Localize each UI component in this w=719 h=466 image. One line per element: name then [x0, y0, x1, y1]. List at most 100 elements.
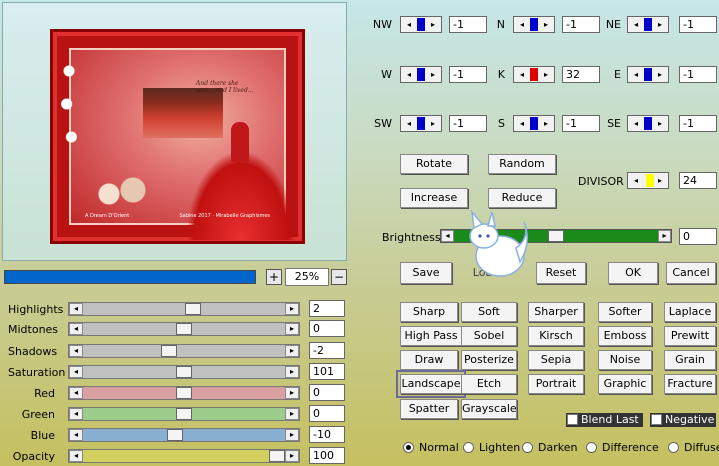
radio-dot[interactable]	[522, 442, 533, 453]
arrow-left-icon[interactable]: ◂	[69, 323, 83, 335]
adjustment-slider[interactable]: ◂ ▸	[68, 322, 300, 336]
checkbox-box[interactable]	[651, 414, 662, 425]
arrow-left-icon[interactable]: ◂	[403, 17, 415, 32]
arrow-left-icon[interactable]: ◂	[630, 67, 642, 82]
blend-mode-diffuse-radio[interactable]: Diffuse	[668, 441, 719, 455]
arrow-right-icon[interactable]: ▸	[285, 450, 299, 462]
blend-mode-normal-radio[interactable]: Normal	[403, 441, 459, 455]
arrow-left-icon[interactable]: ◂	[69, 429, 83, 441]
blend-mode-lighten-radio[interactable]: Lighten	[463, 441, 520, 455]
arrow-left-icon[interactable]: ◂	[630, 116, 642, 131]
adjustment-slider-thumb[interactable]	[176, 408, 192, 420]
arrow-left-icon[interactable]: ◂	[516, 67, 528, 82]
arrow-left-icon[interactable]: ◂	[69, 408, 83, 420]
blend-mode-difference-radio[interactable]: Difference	[586, 441, 659, 455]
arrow-right-icon[interactable]: ▸	[285, 429, 299, 441]
arrow-right-icon[interactable]: ▸	[540, 116, 552, 131]
save-button[interactable]: Save	[400, 262, 452, 284]
preset-landscape-button[interactable]: Landscape	[396, 370, 466, 398]
radio-dot[interactable]	[403, 442, 414, 453]
divisor-value[interactable]: 24	[679, 172, 717, 189]
arrow-left-icon[interactable]: ◂	[69, 387, 83, 399]
preset-spatter-button[interactable]: Spatter	[400, 399, 458, 419]
adjustment-slider[interactable]: ◂ ▸	[68, 344, 300, 358]
matrix-value-n[interactable]: -1	[562, 16, 600, 33]
arrow-right-icon[interactable]: ▸	[285, 387, 299, 399]
arrow-right-icon[interactable]: ▸	[285, 366, 299, 378]
preset-sharper-button[interactable]: Sharper	[528, 302, 584, 322]
arrow-right-icon[interactable]: ▸	[427, 17, 439, 32]
preset-high-pass-button[interactable]: High Pass	[400, 326, 462, 346]
arrow-left-icon[interactable]: ◂	[69, 366, 83, 378]
preset-noise-button[interactable]: Noise	[598, 350, 652, 370]
adjustment-value[interactable]: -2	[309, 342, 345, 359]
rotate-button[interactable]: Rotate	[400, 154, 468, 174]
adjustment-slider[interactable]: ◂ ▸	[68, 449, 300, 463]
preset-sharp-button[interactable]: Sharp	[400, 302, 458, 322]
arrow-right-icon[interactable]: ▸	[654, 173, 666, 188]
matrix-value-ne[interactable]: -1	[679, 16, 717, 33]
matrix-value-w[interactable]: -1	[449, 66, 487, 83]
adjustment-slider-thumb[interactable]	[269, 450, 285, 462]
random-button[interactable]: Random	[488, 154, 556, 174]
arrow-right-icon[interactable]: ▸	[427, 67, 439, 82]
adjustment-value[interactable]: 0	[309, 405, 345, 422]
divisor-spinner[interactable]: ◂ ▸	[627, 172, 669, 189]
adjustment-value[interactable]: 101	[309, 363, 345, 380]
matrix-spinner-ne[interactable]: ◂ ▸	[627, 16, 669, 33]
arrow-right-icon[interactable]: ▸	[285, 345, 299, 357]
arrow-left-icon[interactable]: ◂	[630, 17, 642, 32]
matrix-spinner-k[interactable]: ◂ ▸	[513, 66, 555, 83]
arrow-right-icon[interactable]: ▸	[658, 230, 671, 242]
zoom-level-field[interactable]: 25%	[285, 268, 329, 286]
adjustment-slider-thumb[interactable]	[176, 366, 192, 378]
matrix-spinner-sw[interactable]: ◂ ▸	[400, 115, 442, 132]
blend-mode-darken-radio[interactable]: Darken	[522, 441, 577, 455]
radio-dot[interactable]	[668, 442, 679, 453]
arrow-right-icon[interactable]: ▸	[540, 67, 552, 82]
adjustment-value[interactable]: 100	[309, 447, 345, 464]
adjustment-slider-thumb[interactable]	[166, 429, 183, 441]
preset-grayscale-button[interactable]: Grayscale	[461, 399, 517, 419]
adjustment-value[interactable]: 0	[309, 384, 345, 401]
preset-posterize-button[interactable]: Posterize	[461, 350, 517, 370]
preset-fracture-button[interactable]: Fracture	[664, 374, 716, 394]
brightness-value[interactable]: 0	[679, 228, 717, 245]
arrow-right-icon[interactable]: ▸	[285, 323, 299, 335]
adjustment-slider-thumb[interactable]	[185, 303, 202, 315]
adjustment-slider-thumb[interactable]	[176, 323, 192, 335]
adjustment-value[interactable]: 0	[309, 320, 345, 337]
arrow-left-icon[interactable]: ◂	[516, 17, 528, 32]
reduce-button[interactable]: Reduce	[488, 188, 556, 208]
increase-button[interactable]: Increase	[400, 188, 468, 208]
preset-portrait-button[interactable]: Portrait	[528, 374, 584, 394]
arrow-right-icon[interactable]: ▸	[654, 116, 666, 131]
matrix-spinner-w[interactable]: ◂ ▸	[400, 66, 442, 83]
radio-dot[interactable]	[463, 442, 474, 453]
arrow-right-icon[interactable]: ▸	[285, 303, 299, 315]
matrix-value-nw[interactable]: -1	[449, 16, 487, 33]
preset-etch-button[interactable]: Etch	[461, 374, 517, 394]
preset-grain-button[interactable]: Grain	[664, 350, 716, 370]
preset-soft-button[interactable]: Soft	[461, 302, 517, 322]
arrow-left-icon[interactable]: ◂	[69, 303, 83, 315]
preset-emboss-button[interactable]: Emboss	[598, 326, 652, 346]
matrix-spinner-n[interactable]: ◂ ▸	[513, 16, 555, 33]
matrix-value-sw[interactable]: -1	[449, 115, 487, 132]
arrow-left-icon[interactable]: ◂	[441, 230, 454, 242]
preset-laplace-button[interactable]: Laplace	[664, 302, 716, 322]
preset-softer-button[interactable]: Softer	[598, 302, 652, 322]
matrix-value-s[interactable]: -1	[562, 115, 600, 132]
radio-dot[interactable]	[586, 442, 597, 453]
adjustment-slider-thumb[interactable]	[176, 387, 192, 399]
arrow-left-icon[interactable]: ◂	[69, 450, 83, 462]
preset-draw-button[interactable]: Draw	[400, 350, 458, 370]
brightness-slider-thumb[interactable]	[548, 230, 564, 242]
zoom-out-button[interactable]: −	[331, 269, 347, 285]
adjustment-slider[interactable]: ◂ ▸	[68, 428, 300, 442]
arrow-right-icon[interactable]: ▸	[654, 17, 666, 32]
zoom-in-button[interactable]: +	[266, 269, 282, 285]
adjustment-slider[interactable]: ◂ ▸	[68, 407, 300, 421]
matrix-spinner-nw[interactable]: ◂ ▸	[400, 16, 442, 33]
matrix-value-se[interactable]: -1	[679, 115, 717, 132]
